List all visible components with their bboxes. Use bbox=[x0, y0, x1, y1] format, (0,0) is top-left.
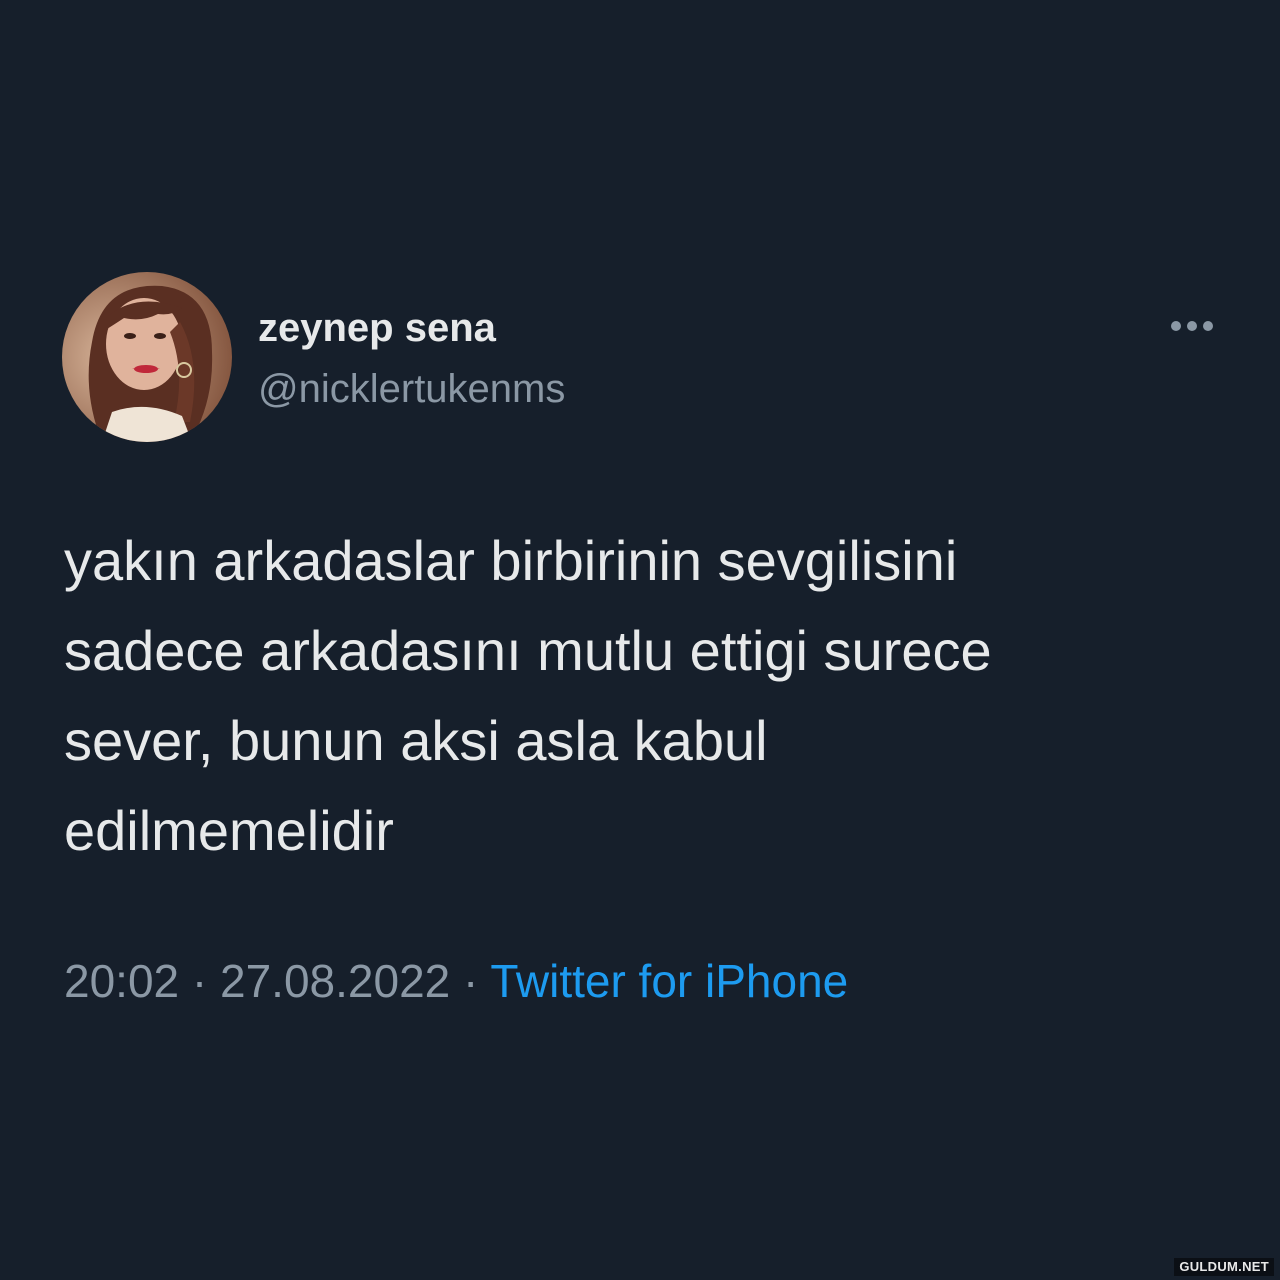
tweet-metadata: 20:02 · 27.08.2022 · Twitter for iPhone bbox=[64, 950, 848, 1012]
tweet-source-link[interactable]: Twitter for iPhone bbox=[490, 955, 848, 1007]
author-display-name[interactable]: zeynep sena bbox=[258, 302, 496, 354]
more-options-button[interactable] bbox=[1160, 308, 1224, 344]
meta-separator: · bbox=[191, 955, 208, 1007]
author-handle[interactable]: @nicklertukenms bbox=[258, 362, 565, 416]
tweet-card: zeynep sena @nicklertukenms yakın arkada… bbox=[0, 0, 1280, 1280]
tweet-date[interactable]: 27.08.2022 bbox=[220, 955, 450, 1007]
tweet-text-line: edilmemelidir bbox=[64, 799, 394, 862]
meta-separator: · bbox=[463, 955, 479, 1007]
tweet-text-line: sever, bunun aksi asla kabul bbox=[64, 709, 768, 772]
profile-photo-icon bbox=[62, 272, 232, 442]
watermark: GULDUM.NET bbox=[1174, 1258, 1274, 1276]
tweet-text-line: sadece arkadasını mutlu ettigi surece bbox=[64, 619, 992, 682]
more-horizontal-icon bbox=[1171, 321, 1213, 331]
tweet-text-line: yakın arkadaslar birbirinin sevgilisini bbox=[64, 529, 958, 592]
tweet-time[interactable]: 20:02 bbox=[64, 955, 179, 1007]
tweet-text: yakın arkadaslar birbirinin sevgilisini … bbox=[64, 516, 1234, 876]
avatar[interactable] bbox=[62, 272, 232, 442]
